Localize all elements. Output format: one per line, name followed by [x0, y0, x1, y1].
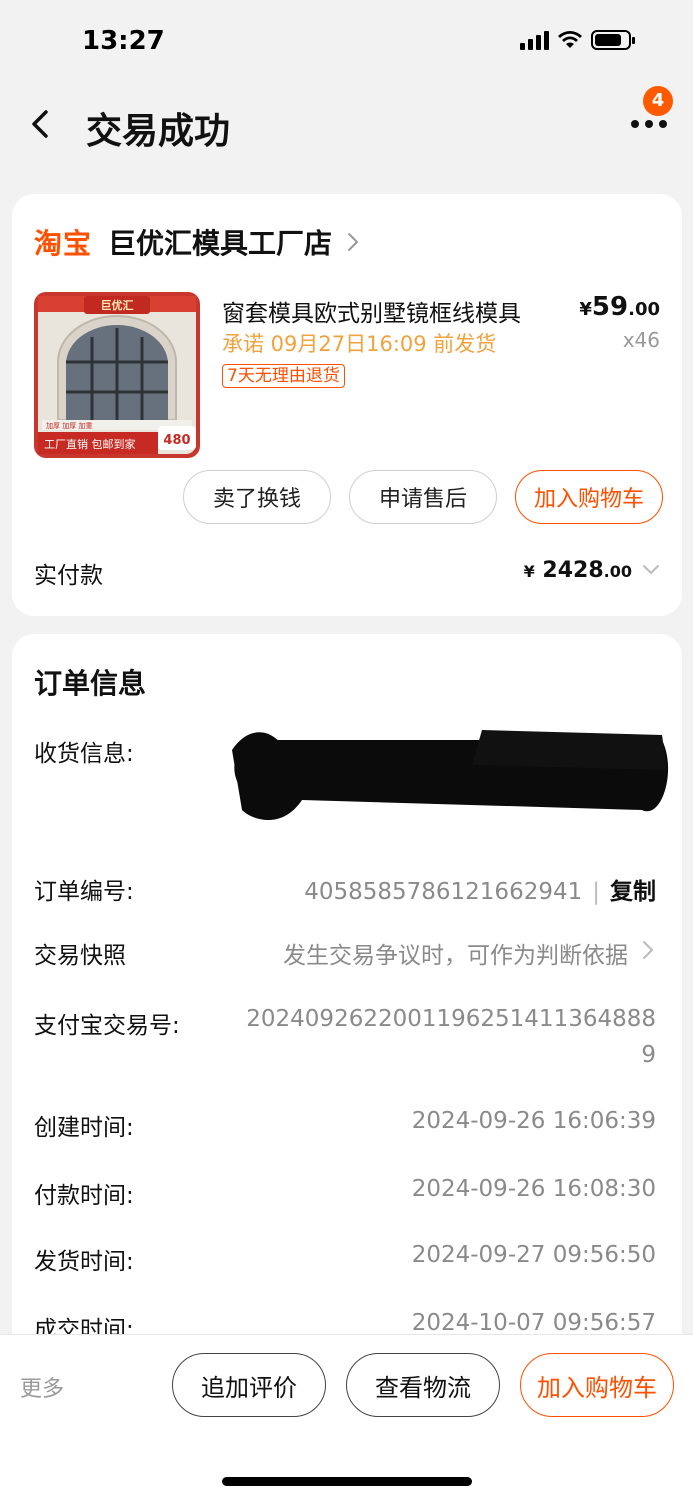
chevron-down-icon[interactable] — [642, 564, 660, 576]
product-quantity: x46 — [622, 328, 660, 352]
more-button[interactable]: 更多 — [20, 1371, 64, 1403]
paid-amount: ¥ 2428.00 — [523, 558, 632, 583]
paid-time-label: 付款时间: — [34, 1183, 134, 1209]
status-bar: 13:27 — [0, 0, 693, 80]
return-policy-tag: 7天无理由退货 — [222, 364, 345, 388]
paid-label: 实付款 — [34, 563, 103, 589]
alipay-number-line2: 9 — [641, 1042, 656, 1068]
alipay-number-label: 支付宝交易号: — [34, 1013, 180, 1039]
shipping-info-label: 收货信息: — [34, 741, 134, 767]
thumb-sub-text: 加厚 加厚 加重 — [46, 421, 92, 430]
wifi-icon — [558, 31, 582, 48]
add-review-button[interactable]: 追加评价 — [172, 1353, 326, 1417]
created-time: 2024-09-26 16:06:39 — [411, 1108, 656, 1134]
ship-promise: 承诺 09月27日16:09 前发货 — [222, 332, 497, 356]
thumb-price-tag: 480 — [163, 433, 190, 448]
nav-bar: 交易成功 4 — [0, 86, 693, 160]
view-logistics-button[interactable]: 查看物流 — [346, 1353, 500, 1417]
back-icon[interactable] — [26, 104, 56, 144]
more-icon[interactable] — [631, 114, 671, 134]
paid-time: 2024-09-26 16:08:30 — [411, 1176, 656, 1202]
order-number-row: 4058585786121662941 | 复制 — [304, 879, 656, 905]
copy-button[interactable]: 复制 — [610, 879, 656, 905]
snapshot-label: 交易快照 — [34, 943, 126, 969]
order-number-label: 订单编号: — [34, 879, 134, 905]
product-thumbnail[interactable]: 巨优汇 加厚 加厚 加重 工厂直销 包邮到家 480 — [34, 292, 200, 458]
order-info-card: 订单信息 收货信息: 订单编号: 4058585786121662941 | 复制 … — [12, 634, 682, 1354]
order-item-card: 淘宝 巨优汇模具工厂店 巨优汇 加厚 加厚 加重 工厂直销 包邮到家 480 窗… — [12, 194, 682, 616]
page-title: 交易成功 — [86, 111, 231, 152]
product-price: ¥59.00 — [579, 292, 660, 322]
order-number: 4058585786121662941 — [304, 879, 583, 905]
bottom-action-bar: 更多 追加评价 查看物流 加入购物车 — [0, 1334, 693, 1500]
chevron-right-icon — [643, 941, 654, 959]
shipped-time-label: 发货时间: — [34, 1249, 134, 1275]
home-indicator — [222, 1477, 472, 1486]
notification-badge: 4 — [643, 86, 673, 116]
bottom-add-to-cart-button[interactable]: 加入购物车 — [520, 1353, 674, 1417]
shop-row[interactable]: 淘宝 巨优汇模具工厂店 — [34, 222, 360, 262]
shipped-time: 2024-09-27 09:56:50 — [411, 1242, 656, 1268]
redaction-scribble — [232, 730, 669, 820]
chevron-right-icon — [348, 233, 359, 251]
created-time-label: 创建时间: — [34, 1115, 134, 1141]
order-info-title: 订单信息 — [34, 667, 147, 700]
status-time: 13:27 — [82, 26, 165, 56]
add-to-cart-button[interactable]: 加入购物车 — [515, 470, 663, 524]
shop-name[interactable]: 巨优汇模具工厂店 — [108, 222, 332, 262]
battery-icon — [591, 30, 635, 50]
alipay-number-line1: 2024092622001196251411364888 — [246, 1006, 656, 1032]
thumb-strip-text: 工厂直销 包邮到家 — [44, 437, 136, 451]
taobao-logo: 淘宝 — [34, 227, 93, 260]
sell-button[interactable]: 卖了换钱 — [183, 470, 331, 524]
thumb-brand: 巨优汇 — [101, 298, 134, 312]
done-time: 2024-10-07 09:56:57 — [411, 1310, 656, 1336]
status-icons — [520, 30, 635, 50]
snapshot-value[interactable]: 发生交易争议时，可作为判断依据 — [283, 936, 628, 970]
signal-icon — [520, 30, 549, 50]
after-sale-button[interactable]: 申请售后 — [349, 470, 497, 524]
product-title[interactable]: 窗套模具欧式别墅镜框线模具 — [222, 294, 552, 328]
